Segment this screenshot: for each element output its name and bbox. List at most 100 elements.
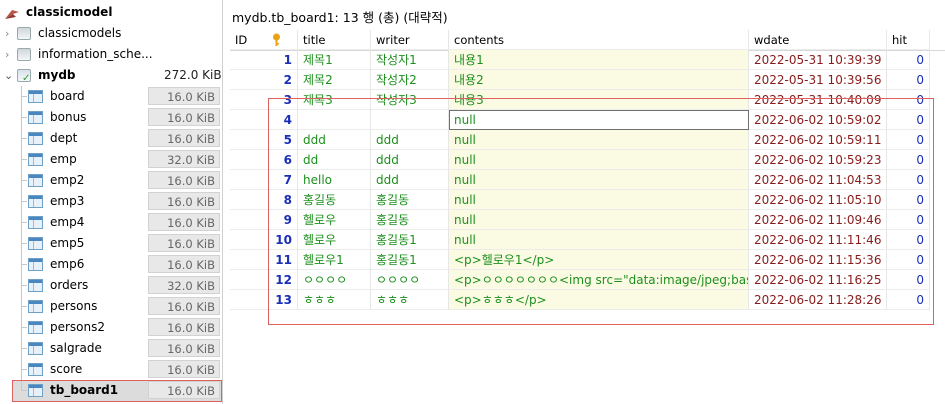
tree-table-emp6[interactable]: emp6 16.0 KiB bbox=[0, 254, 222, 275]
cell-wdate[interactable]: 2022-06-02 11:28:26 bbox=[749, 290, 887, 310]
table-row[interactable]: 6 dd ddd null 2022-06-02 10:59:23 0 bbox=[230, 150, 945, 170]
cell-wdate[interactable]: 2022-06-02 11:15:36 bbox=[749, 250, 887, 270]
cell-contents[interactable]: null bbox=[449, 210, 749, 230]
cell-writer[interactable]: ddd bbox=[371, 150, 449, 170]
cell-writer[interactable]: ㅎㅎㅎ bbox=[371, 290, 449, 310]
cell-writer[interactable]: 홍길동 bbox=[371, 190, 449, 210]
cell-contents[interactable]: null bbox=[449, 230, 749, 250]
tree-table-emp[interactable]: emp 32.0 KiB bbox=[0, 149, 222, 170]
cell-contents[interactable]: 내용2 bbox=[449, 70, 749, 90]
column-header-wdate[interactable]: wdate bbox=[749, 30, 887, 50]
cell-hit[interactable]: 0 bbox=[887, 110, 930, 130]
cell-wdate[interactable]: 2022-06-02 11:09:46 bbox=[749, 210, 887, 230]
table-row[interactable]: 7 hello ddd null 2022-06-02 11:04:53 0 bbox=[230, 170, 945, 190]
cell-hit[interactable]: 0 bbox=[887, 250, 930, 270]
table-row[interactable]: 2 제목2 작성자2 내용2 2022-05-31 10:39:56 0 bbox=[230, 70, 945, 90]
cell-wdate[interactable]: 2022-06-02 11:11:46 bbox=[749, 230, 887, 250]
cell-id[interactable]: 2 bbox=[230, 70, 298, 90]
cell-title[interactable]: 헬로우 bbox=[298, 230, 371, 250]
cell-contents[interactable]: <p>ㅎㅎㅎ</p> bbox=[449, 290, 749, 310]
cell-id[interactable]: 12 bbox=[230, 270, 298, 290]
cell-hit[interactable]: 0 bbox=[887, 170, 930, 190]
cell-contents[interactable]: null bbox=[449, 150, 749, 170]
table-row[interactable]: 9 헬로우 홍길동 null 2022-06-02 11:09:46 0 bbox=[230, 210, 945, 230]
cell-hit[interactable]: 0 bbox=[887, 270, 930, 290]
cell-writer[interactable]: ddd bbox=[371, 170, 449, 190]
cell-id[interactable]: 8 bbox=[230, 190, 298, 210]
tree-table-emp3[interactable]: emp3 16.0 KiB bbox=[0, 191, 222, 212]
cell-writer[interactable] bbox=[371, 110, 449, 130]
cell-hit[interactable]: 0 bbox=[887, 190, 930, 210]
cell-id[interactable]: 4 bbox=[230, 110, 298, 130]
tree-table-persons[interactable]: persons 16.0 KiB bbox=[0, 296, 222, 317]
cell-hit[interactable]: 0 bbox=[887, 210, 930, 230]
cell-hit[interactable]: 0 bbox=[887, 150, 930, 170]
cell-title[interactable]: dd bbox=[298, 150, 371, 170]
cell-wdate[interactable]: 2022-06-02 11:04:53 bbox=[749, 170, 887, 190]
tree-table-orders[interactable]: orders 32.0 KiB bbox=[0, 275, 222, 296]
cell-title[interactable]: ㅎㅎㅎ bbox=[298, 290, 371, 310]
table-row[interactable]: 12 ㅇㅇㅇㅇ ㅇㅇㅇㅇ <p>ㅇㅇㅇㅇㅇㅇㅇ<img src="data:image… bbox=[230, 270, 945, 290]
table-row[interactable]: 11 헬로우1 홍길동1 <p>헬로우1</p> 2022-06-02 11:15:36… bbox=[230, 250, 945, 270]
cell-title[interactable]: 제목3 bbox=[298, 90, 371, 110]
cell-id[interactable]: 10 bbox=[230, 230, 298, 250]
table-row[interactable]: 3 제목3 작성자3 내용3 2022-05-31 10:40:09 0 bbox=[230, 90, 945, 110]
cell-writer[interactable]: 작성자1 bbox=[371, 50, 449, 70]
cell-title[interactable]: 헬로우 bbox=[298, 210, 371, 230]
cell-title[interactable]: hello bbox=[298, 170, 371, 190]
cell-writer[interactable]: 홍길동 bbox=[371, 210, 449, 230]
table-row[interactable]: 10 헬로우 홍길동1 null 2022-06-02 11:11:46 0 bbox=[230, 230, 945, 250]
cell-contents[interactable]: null bbox=[449, 170, 749, 190]
cell-hit[interactable]: 0 bbox=[887, 230, 930, 250]
column-header-hit[interactable]: hit bbox=[887, 30, 930, 50]
tree-table-board[interactable]: board 16.0 KiB bbox=[0, 86, 222, 107]
cell-contents[interactable]: <p>헬로우1</p> bbox=[449, 250, 749, 270]
cell-wdate[interactable]: 2022-06-02 10:59:23 bbox=[749, 150, 887, 170]
cell-wdate[interactable]: 2022-06-02 11:05:10 bbox=[749, 190, 887, 210]
cell-hit[interactable]: 0 bbox=[887, 50, 930, 70]
column-header-title[interactable]: title bbox=[298, 30, 371, 50]
cell-title[interactable]: 헬로우1 bbox=[298, 250, 371, 270]
table-row[interactable]: 1 제목1 작성자1 내용1 2022-05-31 10:39:39 0 bbox=[230, 50, 945, 70]
cell-wdate[interactable]: 2022-06-02 10:59:02 bbox=[749, 110, 887, 130]
cell-contents[interactable]: <p>ㅇㅇㅇㅇㅇㅇㅇ<img src="data:image/jpeg;base… bbox=[449, 270, 749, 290]
table-row[interactable]: 5 ddd ddd null 2022-06-02 10:59:11 0 bbox=[230, 130, 945, 150]
cell-title[interactable]: ddd bbox=[298, 130, 371, 150]
tree-node-information-schema[interactable]: › information_sche... bbox=[0, 44, 222, 65]
table-row[interactable]: 8 홍길동 홍길동 null 2022-06-02 11:05:10 0 bbox=[230, 190, 945, 210]
cell-hit[interactable]: 0 bbox=[887, 290, 930, 310]
cell-title[interactable]: 제목2 bbox=[298, 70, 371, 90]
cell-writer[interactable]: ddd bbox=[371, 130, 449, 150]
cell-title[interactable] bbox=[298, 110, 371, 130]
cell-id[interactable]: 3 bbox=[230, 90, 298, 110]
cell-hit[interactable]: 0 bbox=[887, 70, 930, 90]
cell-id[interactable]: 7 bbox=[230, 170, 298, 190]
tree-table-salgrade[interactable]: salgrade 16.0 KiB bbox=[0, 338, 222, 359]
table-row[interactable]: 13 ㅎㅎㅎ ㅎㅎㅎ <p>ㅎㅎㅎ</p> 2022-06-02 11:28:26 0 bbox=[230, 290, 945, 310]
table-row[interactable]: 4 null 2022-06-02 10:59:02 0 bbox=[230, 110, 945, 130]
tree-root-classicmodel[interactable]: classicmodel bbox=[0, 2, 222, 23]
cell-writer[interactable]: 작성자2 bbox=[371, 70, 449, 90]
cell-wdate[interactable]: 2022-05-31 10:39:39 bbox=[749, 50, 887, 70]
tree-table-emp5[interactable]: emp5 16.0 KiB bbox=[0, 233, 222, 254]
cell-hit[interactable]: 0 bbox=[887, 130, 930, 150]
tree-table-dept[interactable]: dept 16.0 KiB bbox=[0, 128, 222, 149]
tree-table-emp4[interactable]: emp4 16.0 KiB bbox=[0, 212, 222, 233]
cell-wdate[interactable]: 2022-05-31 10:40:09 bbox=[749, 90, 887, 110]
cell-writer[interactable]: 작성자3 bbox=[371, 90, 449, 110]
cell-title[interactable]: 홍길동 bbox=[298, 190, 371, 210]
cell-title[interactable]: 제목1 bbox=[298, 50, 371, 70]
column-header-writer[interactable]: writer bbox=[371, 30, 449, 50]
cell-id[interactable]: 11 bbox=[230, 250, 298, 270]
cell-id[interactable]: 13 bbox=[230, 290, 298, 310]
column-header-id[interactable]: ID bbox=[230, 30, 298, 50]
cell-wdate[interactable]: 2022-06-02 10:59:11 bbox=[749, 130, 887, 150]
cell-contents[interactable]: 내용3 bbox=[449, 90, 749, 110]
tree-table-persons2[interactable]: persons2 16.0 KiB bbox=[0, 317, 222, 338]
cell-wdate[interactable]: 2022-06-02 11:16:25 bbox=[749, 270, 887, 290]
cell-writer[interactable]: ㅇㅇㅇㅇ bbox=[371, 270, 449, 290]
cell-contents[interactable]: null bbox=[449, 190, 749, 210]
tree-table-score[interactable]: score 16.0 KiB bbox=[0, 359, 222, 380]
cell-title[interactable]: ㅇㅇㅇㅇ bbox=[298, 270, 371, 290]
cell-writer[interactable]: 홍길동1 bbox=[371, 230, 449, 250]
